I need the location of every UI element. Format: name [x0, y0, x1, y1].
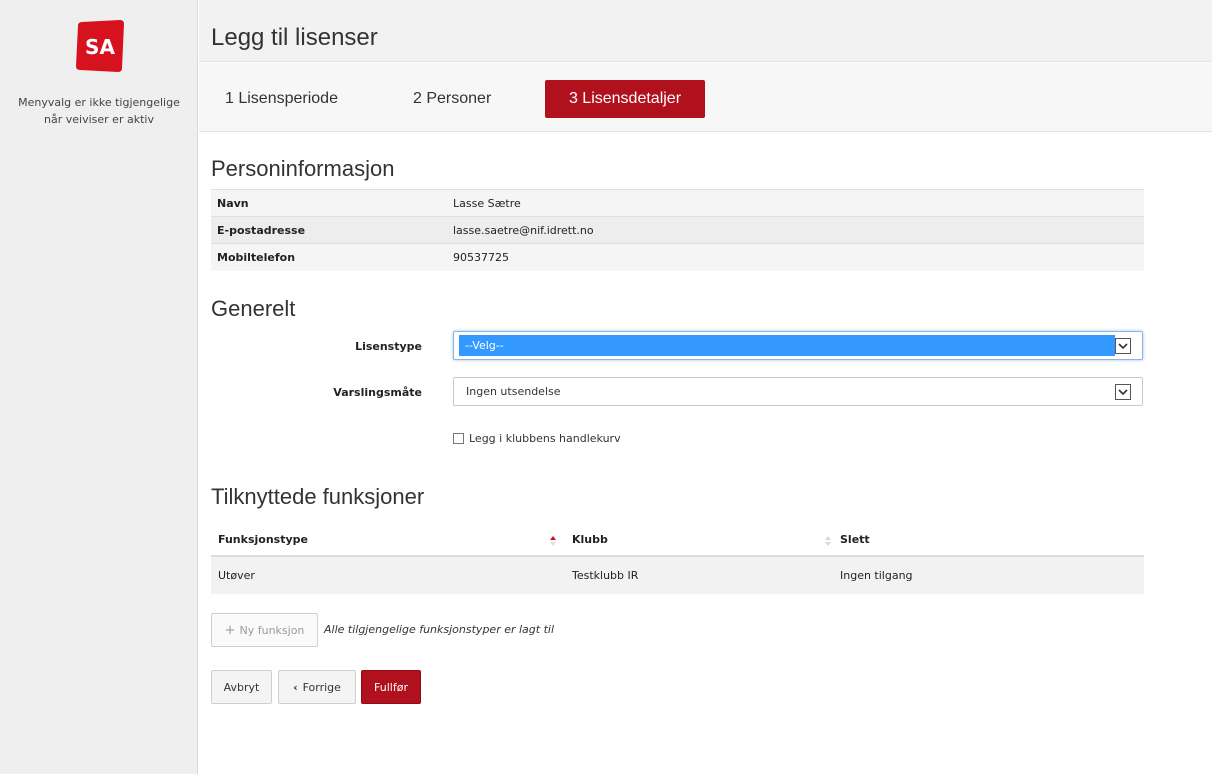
chevron-down-icon[interactable]: [1115, 384, 1131, 400]
page-header: Legg til lisenser: [199, 0, 1212, 62]
table-row: Utøver Testklubb IR Ingen tilgang: [211, 556, 1144, 594]
mobile-label: Mobiltelefon: [211, 243, 447, 271]
functions-note: Alle tilgjengelige funksjonstyper er lag…: [324, 623, 555, 636]
step-persons[interactable]: 2 Personer: [413, 80, 491, 118]
sa-logo[interactable]: SA: [74, 18, 126, 74]
cell-function-type: Utøver: [211, 556, 568, 594]
general-title: Generelt: [211, 296, 296, 321]
col-delete: Slett: [833, 524, 1144, 557]
cell-club: Testklubb IR: [568, 556, 833, 594]
page-title: Legg til lisenser: [211, 24, 378, 51]
sort-icon[interactable]: [824, 535, 832, 547]
email-label: E-postadresse: [211, 216, 447, 244]
table-row: E-postadresse lasse.saetre@nif.idrett.no: [211, 216, 1144, 244]
notification-select[interactable]: Ingen utsendelse: [453, 377, 1143, 406]
col-function-type[interactable]: Funksjonstype: [211, 524, 568, 557]
chevron-down-icon[interactable]: [1115, 338, 1131, 354]
col-club[interactable]: Klubb: [568, 524, 833, 557]
cart-checkbox-label: Legg i klubbens handlekurv: [469, 432, 621, 445]
previous-button[interactable]: ‹ Forrige: [278, 670, 356, 704]
finish-button[interactable]: Fullfør: [361, 670, 421, 704]
license-type-label: Lisenstype: [355, 340, 422, 353]
cell-delete: Ingen tilgang: [833, 556, 1144, 594]
cart-checkbox[interactable]: [453, 433, 464, 444]
person-info-title: Personinformasjon: [211, 156, 395, 181]
new-function-label: Ny funksjon: [239, 623, 305, 637]
license-type-select[interactable]: --Velg--: [453, 331, 1143, 360]
logo-text: SA: [85, 35, 115, 59]
table-row: Navn Lasse Sætre: [211, 189, 1144, 217]
functions-table: Funksjonstype Klubb Slett Utøver Testklu…: [211, 524, 1144, 594]
functions-title: Tilknyttede funksjoner: [211, 484, 425, 509]
sidebar: SA Menyvalg er ikke tigjengelige når vei…: [0, 0, 198, 774]
mobile-value: 90537725: [447, 243, 1144, 271]
col-delete-label: Slett: [840, 533, 870, 546]
table-row: Mobiltelefon 90537725: [211, 243, 1144, 271]
email-value: lasse.saetre@nif.idrett.no: [447, 216, 1144, 244]
person-info-table: Navn Lasse Sætre E-postadresse lasse.sae…: [211, 189, 1144, 271]
cart-checkbox-row[interactable]: Legg i klubbens handlekurv: [453, 432, 621, 445]
sidebar-disabled-note: Menyvalg er ikke tigjengelige når veivis…: [18, 96, 180, 126]
cancel-button[interactable]: Avbryt: [211, 670, 272, 704]
name-value: Lasse Sætre: [447, 189, 1144, 217]
step-license-details[interactable]: 3 Lisensdetaljer: [545, 80, 705, 118]
step-license-period[interactable]: 1 Lisensperiode: [225, 80, 338, 118]
table-header: Funksjonstype Klubb Slett: [211, 524, 1144, 557]
col-club-label: Klubb: [572, 533, 608, 546]
new-function-button[interactable]: + Ny funksjon: [211, 613, 318, 647]
sort-asc-icon[interactable]: [549, 535, 557, 547]
notification-label: Varslingsmåte: [333, 386, 422, 399]
chevron-left-icon: ‹: [293, 680, 298, 694]
notification-value: Ingen utsendelse: [466, 385, 561, 398]
name-label: Navn: [211, 189, 447, 217]
col-function-type-label: Funksjonstype: [218, 533, 308, 546]
wizard-steps: 1 Lisensperiode 2 Personer 3 Lisensdetal…: [199, 63, 1212, 132]
previous-label: Forrige: [302, 680, 341, 694]
plus-icon: +: [224, 622, 236, 638]
license-type-value: --Velg--: [459, 335, 1115, 356]
